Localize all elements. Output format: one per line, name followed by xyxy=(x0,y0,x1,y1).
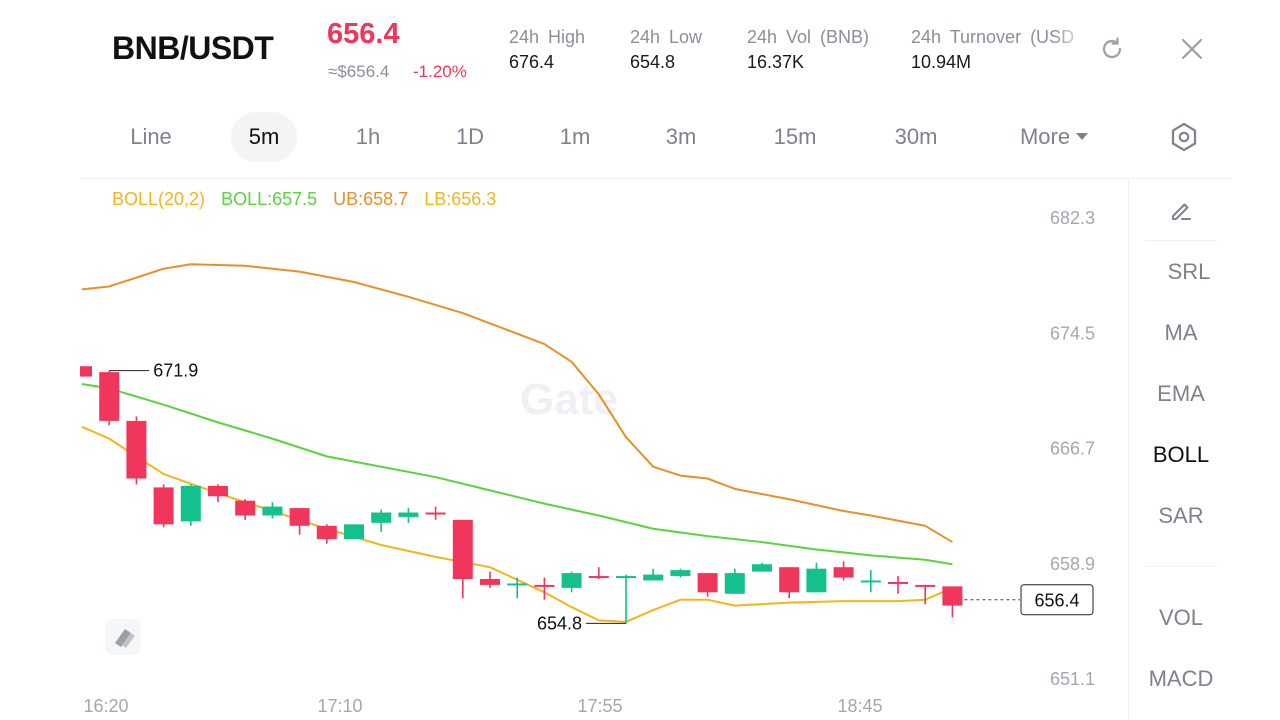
candle-body xyxy=(180,485,201,522)
indicator-vol[interactable]: VOL xyxy=(1129,605,1233,631)
y-tick-label: 651.1 xyxy=(1050,669,1095,689)
tab-5m[interactable]: 5m xyxy=(231,112,297,162)
stat-label: 24h Turnover (USD xyxy=(911,27,1075,47)
indicator-panel: SRL MA EMA BOLL SAR VOL MACD xyxy=(1128,178,1232,720)
candle-body xyxy=(915,584,936,587)
candle-body xyxy=(99,372,120,421)
left-margin xyxy=(0,0,80,720)
candle-body xyxy=(371,512,392,523)
legend-boll-params: BOLL(20,2) xyxy=(112,189,206,209)
candle-body xyxy=(724,573,745,594)
indicator-srl[interactable]: SRL xyxy=(1137,259,1241,285)
candle-body xyxy=(942,586,963,606)
chart-area[interactable]: Gate 682.3 674.5 666.7 658.9 651.1 16:20 17:10 1… xyxy=(80,178,1128,720)
indicator-ma[interactable]: MA xyxy=(1129,320,1233,346)
indicator-macd[interactable]: MACD xyxy=(1129,666,1233,692)
candle-body xyxy=(289,508,310,526)
divider xyxy=(1145,566,1217,567)
tab-line[interactable]: Line xyxy=(110,112,192,162)
y-tick-label: 666.7 xyxy=(1050,439,1095,459)
tab-15m[interactable]: 15m xyxy=(760,112,830,162)
tab-3m[interactable]: 3m xyxy=(651,112,711,162)
stat-value: 654.8 xyxy=(630,52,676,72)
candle-body xyxy=(80,366,92,377)
candle-body xyxy=(425,512,446,515)
candle-body xyxy=(480,579,500,585)
candle-body xyxy=(860,580,881,583)
divider xyxy=(1145,240,1217,241)
candle-body xyxy=(235,500,256,516)
x-tick-label: 18:45 xyxy=(837,696,882,716)
candle-body xyxy=(398,512,419,517)
last-price: 656.4 xyxy=(327,18,400,50)
boll-middle-line xyxy=(81,382,953,566)
candle-body xyxy=(208,485,228,497)
candle-body xyxy=(752,564,772,572)
price-change: -1.20% xyxy=(413,62,467,81)
candle-body xyxy=(670,570,691,577)
y-tick-label: 658.9 xyxy=(1050,554,1095,574)
indicator-sar[interactable]: SAR xyxy=(1129,503,1233,529)
stat-24h-high: 24h High 676.4 xyxy=(509,27,585,73)
stat-value: 10.94M xyxy=(911,52,972,72)
candle-body xyxy=(262,506,283,516)
x-tick-label: 16:20 xyxy=(83,696,128,716)
pencil-icon[interactable] xyxy=(1129,197,1233,229)
candle-body xyxy=(507,583,528,586)
tab-more-label: More xyxy=(1019,124,1071,149)
candle-body xyxy=(344,524,364,540)
candle-body xyxy=(888,581,908,584)
candle-body xyxy=(561,573,582,588)
tab-30m[interactable]: 30m xyxy=(880,112,952,162)
stat-label: 24h Vol (BNB) xyxy=(747,27,870,47)
stat-label: 24h Low xyxy=(630,27,703,47)
candle-body xyxy=(779,567,800,593)
x-tick-label: 17:55 xyxy=(577,696,622,716)
low-marker-label: 654.8 xyxy=(537,613,582,633)
candle-body xyxy=(697,573,718,593)
close-icon[interactable] xyxy=(1177,34,1207,64)
candlestick-chart[interactable]: Gate682.3674.5666.7658.9651.116:20 17:10 1… xyxy=(80,179,1128,720)
caret-down-icon xyxy=(1076,133,1089,141)
stat-24h-turnover: 24h Turnover (USD 10.94M xyxy=(911,27,1089,73)
stat-24h-low: 24h Low 654.8 xyxy=(630,27,702,73)
legend-boll-lb: LB:656.3 xyxy=(424,189,497,209)
candle-body xyxy=(126,420,147,479)
candle-body xyxy=(153,487,174,525)
high-marker-label: 671.9 xyxy=(153,361,198,381)
boll-upper-line xyxy=(81,263,953,543)
candle-body xyxy=(588,576,609,579)
stat-24h-vol: 24h Vol (BNB) 16.37K xyxy=(747,27,869,73)
refresh-icon[interactable] xyxy=(1097,34,1127,64)
candle-body xyxy=(616,576,636,579)
last-price-label: 656.4 xyxy=(1034,591,1079,611)
candle-body xyxy=(452,519,473,580)
candle-body xyxy=(643,574,664,581)
x-tick-label: 17:10 xyxy=(317,696,362,716)
boll-legend: BOLL(20,2) BOLL:657.5 UB:658.7 LB:656.3 xyxy=(112,189,512,210)
legend-boll-mid: BOLL:657.5 xyxy=(221,189,318,209)
candle-body xyxy=(534,584,555,587)
tab-more[interactable]: More xyxy=(1006,112,1102,162)
tab-1h[interactable]: 1h xyxy=(338,112,398,162)
stat-value: 676.4 xyxy=(509,52,555,72)
candle-body xyxy=(833,567,854,578)
y-tick-label: 674.5 xyxy=(1050,323,1095,343)
candle-body xyxy=(316,525,337,540)
indicator-ema[interactable]: EMA xyxy=(1129,381,1233,407)
hexagon-settings-icon[interactable] xyxy=(1168,120,1200,154)
indicator-boll[interactable]: BOLL xyxy=(1129,442,1233,468)
pair-title: BNB/USDT xyxy=(112,30,274,66)
tab-1d[interactable]: 1D xyxy=(440,112,500,162)
y-tick-label: 682.3 xyxy=(1050,208,1095,228)
legend-boll-ub: UB:658.7 xyxy=(333,189,409,209)
stat-label: 24h High xyxy=(509,27,586,47)
usd-price: ≈$656.4 xyxy=(328,62,390,81)
tab-1m[interactable]: 1m xyxy=(545,112,605,162)
candle-body xyxy=(806,568,827,593)
stat-value: 16.37K xyxy=(747,52,805,72)
